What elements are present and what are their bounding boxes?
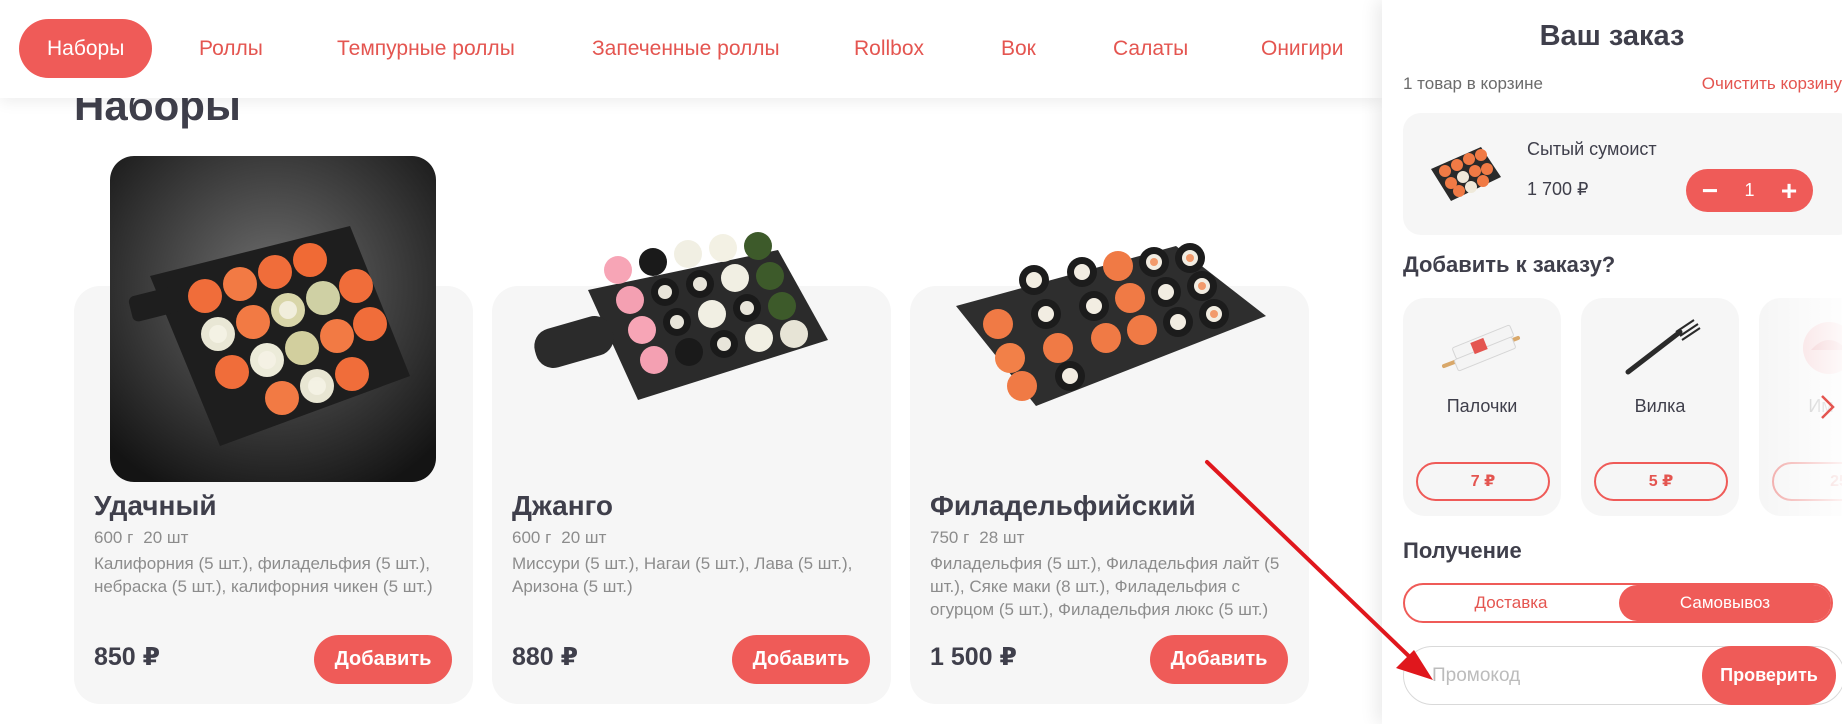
product-name: Джанго [512,490,614,521]
nav-item-baked-rolls[interactable]: Запеченные роллы [592,28,780,70]
addons-title: Добавить к заказу? [1403,252,1616,277]
addon-card: Палочки 7 ₽ [1403,298,1561,516]
product-price: 880 ₽ [512,643,579,671]
product-image[interactable] [110,156,436,482]
product-description: Филадельфия (5 шт.), Филадельфия лайт (5… [930,554,1280,619]
addon-name: Вилка [1634,396,1686,416]
product-weight: 750 г [930,528,970,547]
cart-item: Сытый сумоист 1 700 ₽ − 1 + [1403,113,1842,235]
product-pieces: 28 шт [979,528,1025,547]
product-name: Удачный [94,490,217,521]
check-promo-button[interactable]: Проверить [1702,646,1836,705]
receive-title: Получение [1403,538,1522,563]
cart-panel: Ваш заказ 1 товар в корзине Очистить кор… [1382,0,1842,724]
product-weight: 600 г [94,528,134,547]
product-image[interactable] [528,230,854,402]
add-to-cart-button[interactable]: Добавить [1150,635,1288,684]
product-price: 1 500 ₽ [930,643,1017,671]
quantity-value: 1 [1744,180,1755,200]
product-image[interactable] [946,236,1272,408]
quantity-stepper: − 1 + [1686,169,1813,212]
cart-item-name: Сытый сумоист [1527,139,1657,159]
nav-item-rollbox[interactable]: Rollbox [854,28,924,70]
nav-item-salads[interactable]: Салаты [1113,28,1188,70]
increase-quantity-button[interactable]: + [1769,169,1809,212]
delivery-option[interactable]: Доставка [1405,585,1617,621]
nav-item-tempura-rolls[interactable]: Темпурные роллы [337,28,515,70]
addon-card: Вилка 5 ₽ [1581,298,1739,516]
chevron-right-icon[interactable] [1816,392,1842,422]
product-meta: 600 г 20 шт [94,528,188,548]
nav-item-sets[interactable]: Наборы [19,19,153,78]
product-name: Филадельфийский [930,490,1196,521]
fork-icon [1610,318,1710,383]
product-pieces: 20 шт [561,528,607,547]
product-description: Миссури (5 шт.), Нагаи (5 шт.), Лава (5 … [512,554,853,596]
product-weight: 600 г [512,528,552,547]
cart-title: Ваш заказ [1539,20,1685,52]
product-meta: 750 г 28 шт [930,528,1024,548]
addon-name: Палочки [1446,396,1518,416]
chopsticks-icon [1432,318,1532,383]
pickup-option[interactable]: Самовывоз [1619,585,1831,621]
product-meta: 600 г 20 шт [512,528,606,548]
add-to-cart-button[interactable]: Добавить [732,635,870,684]
addon-add-button[interactable]: 5 ₽ [1594,462,1728,501]
clear-cart-link[interactable]: Очистить корзину [1702,74,1842,94]
product-price: 850 ₽ [94,643,161,671]
category-nav: Наборы Роллы Темпурные роллы Запеченные … [0,0,1382,98]
cart-item-price: 1 700 ₽ [1527,179,1589,199]
add-to-cart-button[interactable]: Добавить [314,635,452,684]
product-description: Калифорния (5 шт.), филадельфия (5 шт.),… [94,554,433,596]
cart-item-image [1427,143,1503,208]
nav-item-rolls[interactable]: Роллы [199,28,263,70]
cart-item-count: 1 товар в корзине [1403,74,1543,93]
delivery-method-toggle: Доставка Самовывоз [1403,583,1833,623]
decrease-quantity-button[interactable]: − [1690,169,1730,212]
promo-code-field: Проверить [1403,646,1842,705]
promo-code-input[interactable] [1432,657,1682,695]
nav-item-onigiri[interactable]: Онигири [1261,28,1343,70]
product-pieces: 20 шт [143,528,189,547]
addon-add-button[interactable]: 7 ₽ [1416,462,1550,501]
nav-item-wok[interactable]: Вок [1001,28,1036,70]
